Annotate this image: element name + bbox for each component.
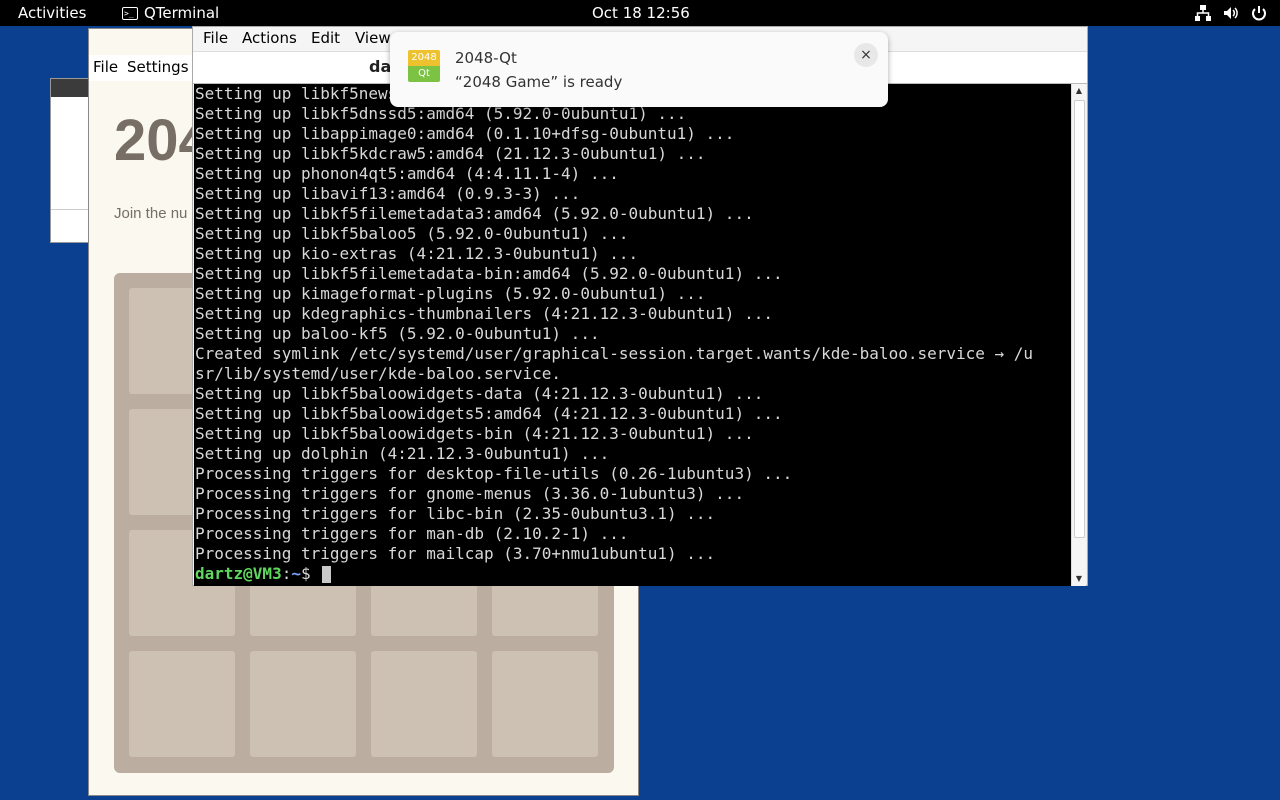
- board-cell: [371, 651, 477, 757]
- app-icon-top-label: 2048: [408, 50, 440, 66]
- activities-button[interactable]: Activities: [18, 4, 86, 22]
- menu-edit[interactable]: Edit: [311, 29, 340, 47]
- terminal-line: Setting up libavif13:amd64 (0.9.3-3) ...: [195, 184, 581, 203]
- terminal-line: Setting up libkf5baloowidgets-data (4:21…: [195, 384, 764, 403]
- menu-view[interactable]: View: [355, 29, 391, 47]
- prompt-path: ~: [291, 564, 301, 583]
- app-icon-bottom-label: Qt: [408, 66, 440, 82]
- terminal-line: Setting up libappimage0:amd64 (0.1.10+df…: [195, 124, 735, 143]
- terminal-tab[interactable]: da: [369, 57, 391, 76]
- notification-body: “2048 Game” is ready: [455, 73, 623, 91]
- menu-actions[interactable]: Actions: [242, 29, 297, 47]
- background-window[interactable]: [50, 78, 90, 243]
- terminal-line: Processing triggers for gnome-menus (3.3…: [195, 484, 745, 503]
- volume-icon: [1222, 4, 1240, 22]
- terminal-line: Setting up libkf5filemetadata3:amd64 (5.…: [195, 204, 754, 223]
- clock[interactable]: Oct 18 12:56: [592, 4, 690, 22]
- terminal-line: Setting up libkf5kdcraw5:amd64 (21.12.3-…: [195, 144, 706, 163]
- terminal-line: Setting up libkf5baloowidgets-bin (4:21.…: [195, 424, 754, 443]
- game-2048-app-icon: 2048 Qt: [408, 50, 440, 82]
- power-icon: [1250, 4, 1268, 22]
- terminal-line: Setting up libkf5filemetadata-bin:amd64 …: [195, 264, 783, 283]
- terminal-text: Setting up libkf5newstuff5:amd64 Setting …: [195, 84, 1033, 564]
- game-subtitle: Join the nu: [114, 205, 188, 222]
- divider: [51, 209, 89, 210]
- top-bar: Activities >_ QTerminal Oct 18 12:56: [0, 0, 1280, 26]
- scroll-down-arrow-icon[interactable]: ▼: [1072, 572, 1086, 586]
- app-menu[interactable]: >_ QTerminal: [122, 4, 219, 22]
- notification-banner[interactable]: 2048 Qt 2048-Qt “2048 Game” is ready ×: [390, 32, 888, 107]
- notification-close-button[interactable]: ×: [854, 43, 878, 67]
- terminal-line: Setting up kimageformat-plugins (5.92.0-…: [195, 284, 706, 303]
- menu-settings[interactable]: Settings: [127, 58, 189, 76]
- terminal-line: Setting up kio-extras (4:21.12.3-0ubuntu…: [195, 244, 639, 263]
- terminal-line: Setting up libkf5baloowidgets5:amd64 (4:…: [195, 404, 783, 423]
- scroll-up-arrow-icon[interactable]: ▲: [1072, 84, 1086, 98]
- text-cursor: [322, 566, 332, 583]
- prompt-user: dartz@VM3: [195, 564, 282, 583]
- network-icon: [1194, 4, 1212, 22]
- terminal-line: sr/lib/systemd/user/kde-baloo.service.: [195, 364, 562, 383]
- terminal-line: Processing triggers for libc-bin (2.35-0…: [195, 504, 716, 523]
- terminal-line: Setting up baloo-kf5 (5.92.0-0ubuntu1) .…: [195, 324, 600, 343]
- system-status-area[interactable]: [1194, 4, 1268, 22]
- terminal-line: Processing triggers for man-db (2.10.2-1…: [195, 524, 629, 543]
- scrollbar-thumb[interactable]: [1074, 100, 1085, 538]
- terminal-line: Processing triggers for mailcap (3.70+nm…: [195, 544, 716, 563]
- terminal-line: Setting up libkf5baloo5 (5.92.0-0ubuntu1…: [195, 224, 629, 243]
- menu-file[interactable]: File: [93, 58, 118, 76]
- app-menu-label: QTerminal: [144, 4, 220, 22]
- terminal-scrollbar[interactable]: ▲ ▼: [1071, 84, 1086, 586]
- terminal-line: Processing triggers for desktop-file-uti…: [195, 464, 793, 483]
- terminal-icon: >_: [122, 6, 138, 20]
- terminal-output[interactable]: Setting up libkf5newstuff5:amd64 Setting …: [194, 84, 1072, 586]
- terminal-line: Setting up kdegraphics-thumbnailers (4:2…: [195, 304, 773, 323]
- terminal-line: Setting up phonon4qt5:amd64 (4:4.11.1-4)…: [195, 164, 619, 183]
- window-titlebar[interactable]: [51, 79, 89, 97]
- qterminal-window[interactable]: File Actions Edit View da Setting up lib…: [192, 26, 1088, 586]
- terminal-line: Setting up libkf5dnssd5:amd64 (5.92.0-0u…: [195, 104, 687, 123]
- board-cell: [129, 651, 235, 757]
- terminal-line: Created symlink /etc/systemd/user/graphi…: [195, 344, 1034, 363]
- terminal-line: Setting up dolphin (4:21.12.3-0ubuntu1) …: [195, 444, 610, 463]
- notification-app-name: 2048-Qt: [455, 49, 517, 67]
- terminal-prompt[interactable]: dartz@VM3:~$: [195, 564, 332, 584]
- board-cell: [492, 651, 598, 757]
- prompt-symbol: $: [300, 564, 311, 583]
- prompt-separator: :: [281, 564, 292, 583]
- menu-file[interactable]: File: [203, 29, 228, 47]
- board-cell: [250, 651, 356, 757]
